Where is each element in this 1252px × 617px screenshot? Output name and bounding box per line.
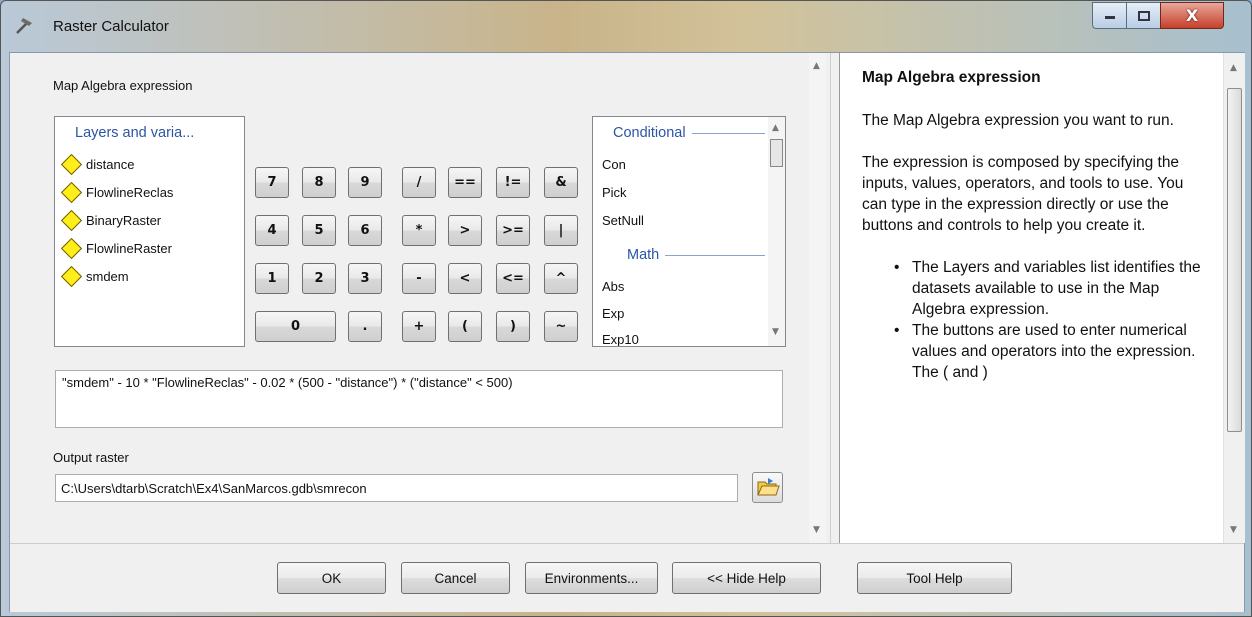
layer-diamond-icon xyxy=(60,237,83,259)
scroll-up-icon[interactable]: ▲ xyxy=(1230,63,1237,73)
key-not[interactable]: ~ xyxy=(544,311,578,342)
help-title: Map Algebra expression xyxy=(862,69,1041,86)
maximize-button[interactable] xyxy=(1126,2,1161,29)
function-item-setnull[interactable]: SetNull xyxy=(602,213,644,228)
environments-button[interactable]: Environments... xyxy=(525,562,658,594)
key-close-paren[interactable]: ) xyxy=(496,311,530,342)
layer-item-label: FlowlineRaster xyxy=(86,240,172,256)
help-scroll-thumb[interactable] xyxy=(1227,88,1242,432)
window-title: Raster Calculator xyxy=(53,18,169,35)
conditional-section-header: Conditional xyxy=(613,125,765,141)
key-open-paren[interactable]: ( xyxy=(448,311,482,342)
key-equal[interactable]: == xyxy=(448,167,482,198)
scroll-up-icon[interactable]: ▲ xyxy=(772,123,779,133)
function-item-exp[interactable]: Exp xyxy=(602,306,624,321)
layer-item[interactable]: FlowlineRaster xyxy=(60,236,172,260)
layer-diamond-icon xyxy=(60,153,83,175)
folder-browse-icon xyxy=(757,478,780,496)
key-3[interactable]: 3 xyxy=(348,263,382,294)
output-raster-input[interactable]: C:\Users\dtarb\Scratch\Ex4\SanMarcos.gdb… xyxy=(55,474,738,502)
function-item-exp10[interactable]: Exp10 xyxy=(602,332,639,346)
function-item-con[interactable]: Con xyxy=(602,157,626,172)
key-7[interactable]: 7 xyxy=(255,167,289,198)
layer-item-label: BinaryRaster xyxy=(86,212,162,228)
title-bar: Raster Calculator X xyxy=(1,1,1251,51)
raster-calculator-window: Raster Calculator X Map Algebra expressi… xyxy=(0,0,1252,617)
key-minus[interactable]: - xyxy=(402,263,436,294)
layer-item[interactable]: distance xyxy=(60,152,135,176)
help-bullet: The buttons are used to enter numerical … xyxy=(894,320,1212,383)
help-paragraph: The Map Algebra expression you want to r… xyxy=(862,112,1174,129)
help-panel: Map Algebra expression The Map Algebra e… xyxy=(839,53,1245,543)
help-bullet: The Layers and variables list identifies… xyxy=(894,257,1212,320)
help-bullet-list: The Layers and variables list identifies… xyxy=(862,257,1212,383)
layer-item[interactable]: smdem xyxy=(60,264,129,288)
key-0[interactable]: 0 xyxy=(255,311,336,342)
key-not-equal[interactable]: != xyxy=(496,167,530,198)
key-less[interactable]: < xyxy=(448,263,482,294)
help-paragraph: The expression is composed by specifying… xyxy=(862,154,1184,234)
math-section-header: Math xyxy=(613,247,765,263)
ok-button[interactable]: OK xyxy=(277,562,386,594)
expression-input[interactable]: "smdem" - 10 * "FlowlineReclas" - 0.02 *… xyxy=(55,370,783,428)
close-button[interactable]: X xyxy=(1160,2,1224,29)
key-5[interactable]: 5 xyxy=(302,215,336,246)
dialog-footer: OK Cancel Environments... << Hide Help T… xyxy=(10,543,1244,612)
key-2[interactable]: 2 xyxy=(302,263,336,294)
output-raster-label: Output raster xyxy=(53,450,129,465)
parameters-scrollbar[interactable]: ▲ ▼ xyxy=(809,53,826,543)
functions-list[interactable]: Conditional Con Pick SetNull Math Abs Ex… xyxy=(592,116,786,347)
layers-list-header: Layers and varia... xyxy=(75,125,195,141)
key-less-equal[interactable]: <= xyxy=(496,263,530,294)
layer-item[interactable]: BinaryRaster xyxy=(60,208,162,232)
scroll-thumb[interactable] xyxy=(770,139,783,167)
help-scrollbar[interactable]: ▲ ▼ xyxy=(1223,53,1245,543)
conditional-header-label: Conditional xyxy=(613,125,686,141)
scroll-down-icon[interactable]: ▼ xyxy=(813,525,820,535)
key-multiply[interactable]: * xyxy=(402,215,436,246)
key-divide[interactable]: / xyxy=(402,167,436,198)
tool-help-button[interactable]: Tool Help xyxy=(857,562,1012,594)
parameters-panel: Map Algebra expression Layers and varia.… xyxy=(10,53,831,543)
key-and[interactable]: & xyxy=(544,167,578,198)
layer-diamond-icon xyxy=(60,265,83,287)
function-item-pick[interactable]: Pick xyxy=(602,185,627,200)
key-8[interactable]: 8 xyxy=(302,167,336,198)
functions-scrollbar[interactable]: ▲ ▼ xyxy=(768,117,785,346)
layer-item[interactable]: FlowlineReclas xyxy=(60,180,174,204)
layer-item-label: distance xyxy=(86,156,135,172)
scroll-up-icon[interactable]: ▲ xyxy=(813,61,820,71)
close-icon: X xyxy=(1185,6,1199,25)
calculator-icon xyxy=(16,18,32,34)
layer-item-label: smdem xyxy=(86,268,129,284)
key-6[interactable]: 6 xyxy=(348,215,382,246)
function-item-abs[interactable]: Abs xyxy=(602,279,624,294)
layer-diamond-icon xyxy=(60,181,83,203)
layer-item-label: FlowlineReclas xyxy=(86,184,174,200)
key-plus[interactable]: + xyxy=(402,311,436,342)
cancel-button[interactable]: Cancel xyxy=(401,562,510,594)
key-decimal[interactable]: . xyxy=(348,311,382,342)
scroll-down-icon[interactable]: ▼ xyxy=(1230,525,1237,535)
minimize-icon xyxy=(1104,15,1115,19)
layer-diamond-icon xyxy=(60,209,83,231)
scroll-down-icon[interactable]: ▼ xyxy=(772,327,779,337)
browse-button[interactable] xyxy=(752,472,783,503)
layers-list[interactable]: Layers and varia... distance FlowlineRec… xyxy=(54,116,245,347)
key-greater-equal[interactable]: >= xyxy=(496,215,530,246)
math-header-label: Math xyxy=(627,247,660,263)
minimize-button[interactable] xyxy=(1092,2,1127,29)
hide-help-button[interactable]: << Hide Help xyxy=(672,562,821,594)
key-1[interactable]: 1 xyxy=(255,263,289,294)
dialog-client-area: Map Algebra expression Layers and varia.… xyxy=(9,52,1245,612)
key-or[interactable]: | xyxy=(544,215,578,246)
maximize-icon xyxy=(1137,10,1150,21)
key-9[interactable]: 9 xyxy=(348,167,382,198)
key-4[interactable]: 4 xyxy=(255,215,289,246)
map-algebra-label: Map Algebra expression xyxy=(53,78,193,93)
key-xor[interactable]: ^ xyxy=(544,263,578,294)
key-greater[interactable]: > xyxy=(448,215,482,246)
